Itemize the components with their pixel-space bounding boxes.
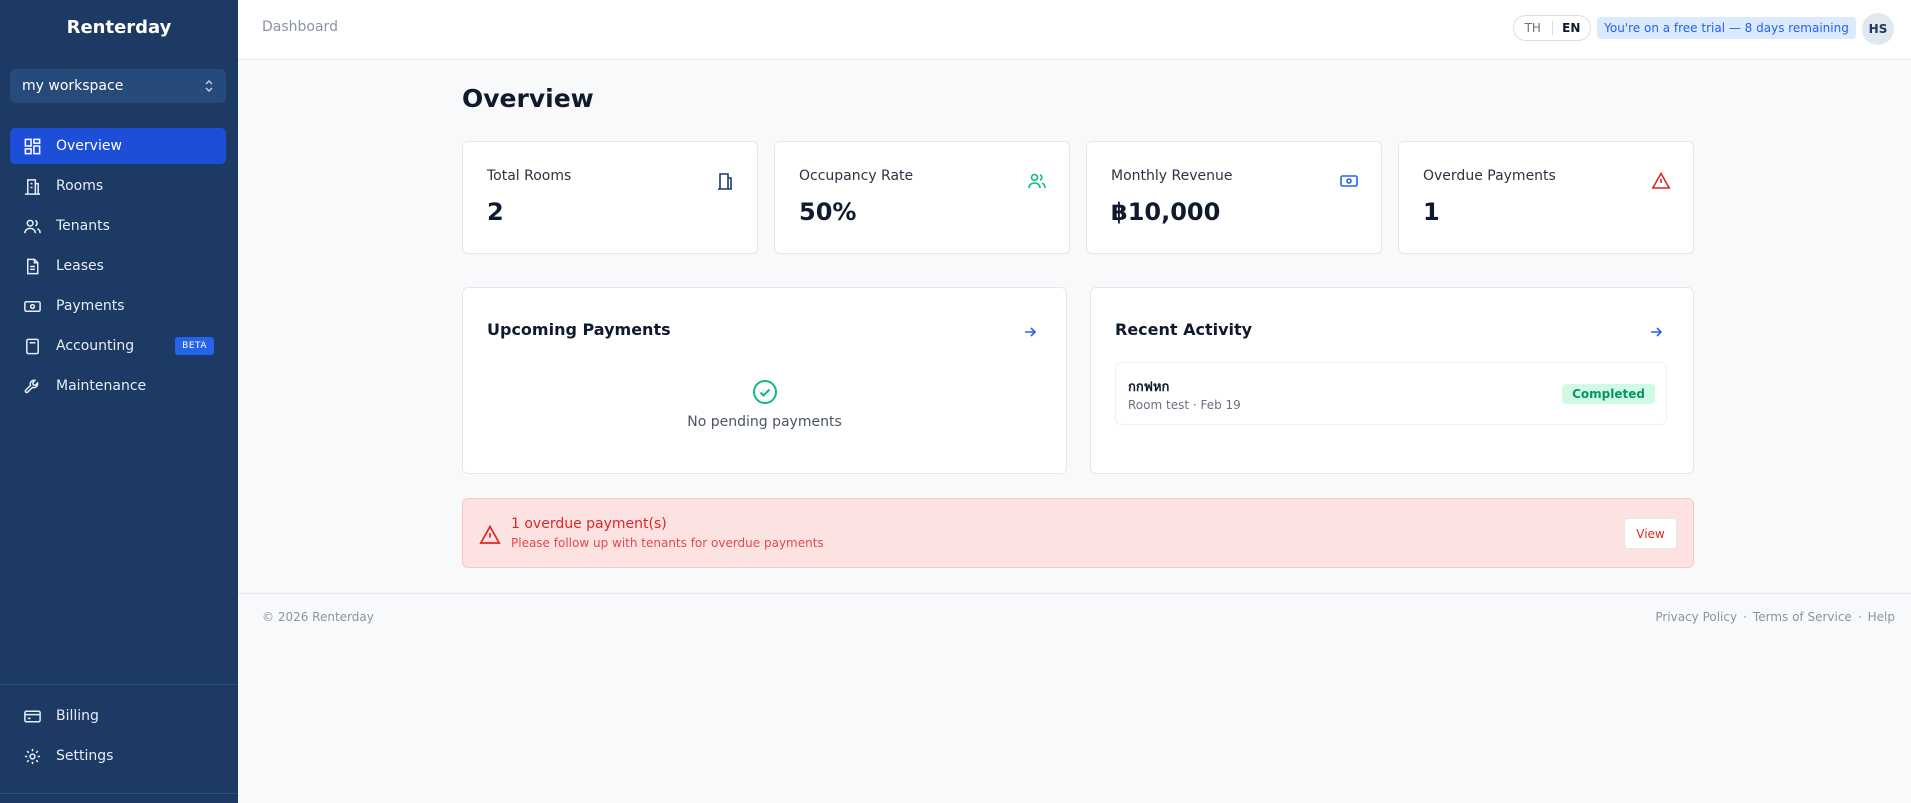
sidebar-item-label: Accounting xyxy=(56,338,135,354)
overdue-alert: 1 overdue payment(s) Please follow up wi… xyxy=(462,498,1694,568)
panel-title: Upcoming Payments xyxy=(487,320,671,339)
sidebar-bottom-divider xyxy=(0,793,238,794)
door-icon xyxy=(718,173,732,190)
stat-card-occupancy: Occupancy Rate 50% xyxy=(774,141,1070,254)
breadcrumb[interactable]: Dashboard xyxy=(262,19,338,35)
banknote-icon xyxy=(1340,175,1358,187)
gear-icon xyxy=(22,746,42,766)
check-circle-icon xyxy=(753,380,777,404)
sidebar-item-billing[interactable]: Billing xyxy=(10,698,226,734)
recent-activity-panel: Recent Activity กกฟหก Room test · Feb 19… xyxy=(1090,287,1694,474)
users-icon xyxy=(1028,173,1046,189)
sidebar-item-label: Overview xyxy=(56,138,122,154)
stat-label: Total Rooms xyxy=(487,168,572,184)
view-button[interactable]: View xyxy=(1624,518,1677,549)
warning-icon xyxy=(479,524,501,544)
chevron-up-down-icon xyxy=(205,80,213,92)
sidebar-divider xyxy=(0,684,238,685)
lang-th-button[interactable]: TH xyxy=(1514,21,1553,35)
sidebar-item-label: Billing xyxy=(56,708,99,724)
stat-card-revenue: Monthly Revenue ฿10,000 xyxy=(1086,141,1382,254)
footer-links: Privacy Policy · Terms of Service · Help xyxy=(1655,610,1895,624)
sidebar-item-settings[interactable]: Settings xyxy=(10,738,226,774)
sidebar-item-label: Rooms xyxy=(56,178,104,194)
privacy-link[interactable]: Privacy Policy xyxy=(1655,610,1737,624)
sidebar-bottom-nav: Billing Settings xyxy=(10,698,226,778)
copyright: © 2026 Renterday xyxy=(262,610,374,624)
footer: © 2026 Renterday Privacy Policy · Terms … xyxy=(238,593,1911,803)
dashboard-icon xyxy=(22,136,42,156)
language-switcher: TH EN xyxy=(1513,15,1591,41)
sidebar-item-tenants[interactable]: Tenants xyxy=(10,208,226,244)
separator: · xyxy=(1743,610,1747,624)
stat-card-overdue: Overdue Payments 1 xyxy=(1398,141,1694,254)
avatar[interactable]: HS xyxy=(1862,13,1894,45)
stat-label: Monthly Revenue xyxy=(1111,168,1233,184)
sidebar-item-label: Settings xyxy=(56,748,114,764)
workspace-selector[interactable]: my workspace xyxy=(10,69,226,103)
document-icon xyxy=(22,256,42,276)
stat-value: ฿10,000 xyxy=(1111,198,1221,226)
activity-meta: Room test · Feb 19 xyxy=(1128,398,1241,412)
sidebar-item-label: Leases xyxy=(56,258,104,274)
panel-title: Recent Activity xyxy=(1115,320,1253,339)
stat-value: 2 xyxy=(487,198,504,226)
stat-label: Overdue Payments xyxy=(1423,168,1556,184)
calculator-icon xyxy=(22,336,42,356)
stat-card-total-rooms: Total Rooms 2 xyxy=(462,141,758,254)
sidebar-item-accounting[interactable]: Accounting BETA xyxy=(10,328,226,364)
separator: · xyxy=(1857,610,1862,624)
arrow-right-icon[interactable] xyxy=(1648,324,1664,340)
credit-card-icon xyxy=(22,706,42,726)
sidebar-item-rooms[interactable]: Rooms xyxy=(10,168,226,204)
stat-value: 50% xyxy=(799,198,857,226)
stat-value: 1 xyxy=(1423,198,1440,226)
banknote-icon xyxy=(22,296,42,316)
sidebar-item-leases[interactable]: Leases xyxy=(10,248,226,284)
wrench-icon xyxy=(22,376,42,396)
alert-description: Please follow up with tenants for overdu… xyxy=(511,536,824,550)
empty-state-text: No pending payments xyxy=(687,414,842,430)
beta-badge: BETA xyxy=(175,337,214,355)
lang-en-button[interactable]: EN xyxy=(1553,21,1591,35)
warning-icon xyxy=(1651,171,1671,189)
sidebar-item-maintenance[interactable]: Maintenance xyxy=(10,368,226,404)
stat-label: Occupancy Rate xyxy=(799,168,914,184)
users-icon xyxy=(22,216,42,236)
status-badge: Completed xyxy=(1562,384,1655,404)
alert-title: 1 overdue payment(s) xyxy=(511,516,667,532)
upcoming-payments-panel: Upcoming Payments No pending payments xyxy=(462,287,1067,474)
brand-logo[interactable]: Renterday xyxy=(0,0,238,54)
trial-banner[interactable]: You're on a free trial — 8 days remainin… xyxy=(1597,17,1856,39)
sidebar-nav: Overview Rooms Tenants Leases Payments A… xyxy=(10,128,226,408)
sidebar-item-label: Payments xyxy=(56,298,125,314)
sidebar-item-label: Tenants xyxy=(56,218,110,234)
page-title: Overview xyxy=(462,84,594,113)
workspace-name: my workspace xyxy=(22,78,124,94)
arrow-right-icon[interactable] xyxy=(1022,324,1038,340)
terms-link[interactable]: Terms of Service xyxy=(1753,610,1852,624)
building-icon xyxy=(22,176,42,196)
sidebar-item-label: Maintenance xyxy=(56,378,147,394)
sidebar-item-overview[interactable]: Overview xyxy=(10,128,226,164)
topbar: Dashboard TH EN You're on a free trial —… xyxy=(238,0,1911,60)
sidebar-item-payments[interactable]: Payments xyxy=(10,288,226,324)
help-link[interactable]: Help xyxy=(1868,610,1895,624)
activity-name: กกฟหก xyxy=(1128,380,1170,395)
list-item[interactable]: กกฟหก Room test · Feb 19 Completed xyxy=(1115,362,1667,425)
sidebar: Renterday my workspace Overview Rooms Te… xyxy=(0,0,238,803)
